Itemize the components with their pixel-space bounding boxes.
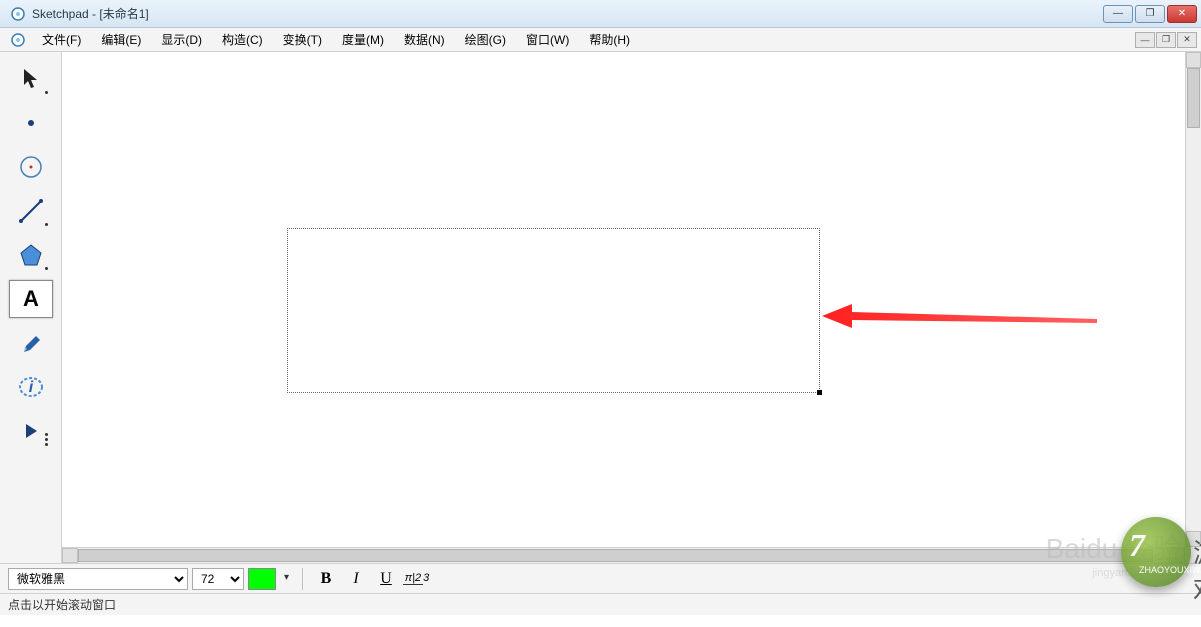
menu-edit[interactable]: 编辑(E): [91, 28, 151, 51]
menu-construct[interactable]: 构造(C): [212, 28, 273, 51]
text-color-picker[interactable]: [248, 568, 276, 590]
vscroll-thumb[interactable]: [1187, 68, 1200, 128]
window-title: Sketchpad - [未命名1]: [32, 5, 149, 22]
menu-data[interactable]: 数据(N): [394, 28, 455, 51]
svg-text:i: i: [28, 379, 33, 396]
menu-help[interactable]: 帮助(H): [579, 28, 640, 51]
tool-submenu-indicator: [45, 267, 48, 270]
font-family-select[interactable]: 微软雅黑: [8, 568, 188, 590]
bold-button[interactable]: B: [313, 567, 339, 591]
toolbox: A i: [0, 52, 62, 563]
menu-file[interactable]: 文件(F): [32, 28, 91, 51]
tool-submenu-indicator: [45, 223, 48, 226]
menu-measure[interactable]: 度量(M): [332, 28, 394, 51]
tool-custom[interactable]: [9, 412, 53, 450]
text-selection-box[interactable]: [287, 228, 820, 393]
mdi-restore-button[interactable]: ❐: [1156, 32, 1176, 48]
window-controls: — ❐ ✕: [1103, 5, 1197, 23]
svg-text:A: A: [23, 287, 39, 311]
titlebar: Sketchpad - [未命名1] — ❐ ✕: [0, 0, 1201, 28]
tool-polygon[interactable]: [9, 236, 53, 274]
tool-information[interactable]: i: [9, 368, 53, 406]
tool-marker[interactable]: [9, 324, 53, 362]
tool-selection-arrow[interactable]: [9, 60, 53, 98]
sketch-canvas[interactable]: [62, 52, 1185, 547]
tool-compass[interactable]: [9, 148, 53, 186]
tool-text[interactable]: A: [9, 280, 53, 318]
status-text: 点击以开始滚动窗口: [8, 596, 116, 613]
maximize-button[interactable]: ❐: [1135, 5, 1165, 23]
menu-graph[interactable]: 绘图(G): [455, 28, 516, 51]
doc-icon: [10, 32, 26, 48]
tool-straightedge[interactable]: [9, 192, 53, 230]
text-format-toolbar: 微软雅黑 72 B I U π|2 3: [0, 563, 1201, 593]
canvas-area: [62, 52, 1201, 563]
scroll-down-button[interactable]: [1186, 531, 1201, 547]
scroll-left-button[interactable]: [62, 548, 78, 563]
close-button[interactable]: ✕: [1167, 5, 1197, 23]
annotation-arrow: [822, 298, 1102, 341]
menubar: 文件(F) 编辑(E) 显示(D) 构造(C) 变换(T) 度量(M) 数据(N…: [0, 28, 1201, 52]
mdi-close-button[interactable]: ✕: [1177, 32, 1197, 48]
menu-window[interactable]: 窗口(W): [516, 28, 579, 51]
mdi-controls: — ❐ ✕: [1135, 32, 1201, 48]
document-name: [未命名1]: [99, 7, 148, 21]
italic-button[interactable]: I: [343, 567, 369, 591]
horizontal-scrollbar[interactable]: [62, 547, 1185, 563]
mdi-minimize-button[interactable]: —: [1135, 32, 1155, 48]
menu-transform[interactable]: 变换(T): [273, 28, 332, 51]
scroll-right-button[interactable]: [1169, 548, 1185, 563]
underline-button[interactable]: U: [373, 567, 399, 591]
hscroll-thumb[interactable]: [78, 549, 1153, 562]
tool-submenu-indicator: [45, 433, 48, 446]
tool-submenu-indicator: [45, 91, 48, 94]
client-area: A i: [0, 52, 1201, 563]
statusbar: 点击以开始滚动窗口: [0, 593, 1201, 615]
scroll-up-button[interactable]: [1186, 52, 1201, 68]
app-name: Sketchpad: [32, 7, 89, 21]
minimize-button[interactable]: —: [1103, 5, 1133, 23]
tool-point[interactable]: [9, 104, 53, 142]
font-size-select[interactable]: 72: [192, 568, 244, 590]
math-fraction-button[interactable]: π|2 3: [403, 567, 429, 591]
app-icon: [10, 6, 26, 22]
menu-display[interactable]: 显示(D): [151, 28, 212, 51]
scroll-corner: [1185, 547, 1201, 563]
resize-handle[interactable]: [817, 390, 822, 395]
vertical-scrollbar[interactable]: [1185, 52, 1201, 547]
separator: [302, 568, 303, 590]
